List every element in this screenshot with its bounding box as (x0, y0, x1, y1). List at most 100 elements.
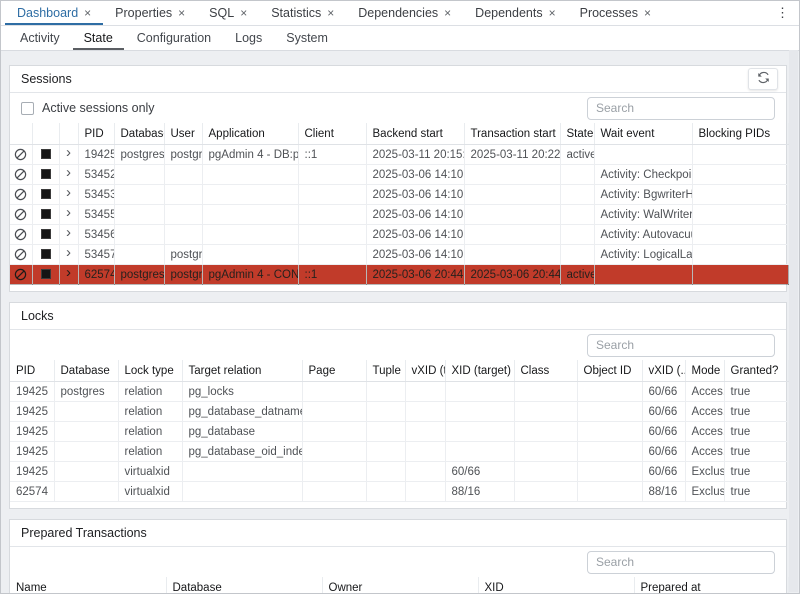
tab-sql[interactable]: SQL× (197, 1, 259, 25)
cancel-session-icon[interactable] (14, 168, 27, 181)
column-header[interactable]: Class (514, 360, 577, 382)
column-header[interactable]: PID (10, 360, 54, 382)
table-row[interactable]: ›534562025-03-06 14:10:11 ...Activity: A… (10, 225, 788, 245)
expand-cell[interactable]: › (59, 145, 78, 165)
expand-cell[interactable]: › (59, 205, 78, 225)
column-header[interactable]: XID (478, 577, 634, 594)
column-header[interactable]: Lock type (118, 360, 182, 382)
column-header[interactable]: vXID (... (642, 360, 685, 382)
column-header[interactable]: Wait event (594, 123, 692, 145)
column-header[interactable]: Object ID (577, 360, 642, 382)
active-sessions-only-toggle[interactable]: Active sessions only (21, 101, 155, 115)
expand-row-icon[interactable]: › (66, 188, 71, 198)
cancel-cell[interactable] (10, 245, 32, 265)
expand-cell[interactable]: › (59, 245, 78, 265)
close-tab-icon[interactable]: × (240, 7, 247, 19)
expand-cell[interactable]: › (59, 265, 78, 285)
close-tab-icon[interactable]: × (327, 7, 334, 19)
expand-row-icon[interactable]: › (66, 228, 71, 238)
subtab-configuration[interactable]: Configuration (126, 26, 222, 50)
stop-cell[interactable] (32, 245, 59, 265)
table-row[interactable]: ›534532025-03-06 14:10:11 ...Activity: B… (10, 185, 788, 205)
close-tab-icon[interactable]: × (178, 7, 185, 19)
column-header[interactable]: PID (78, 123, 114, 145)
close-tab-icon[interactable]: × (444, 7, 451, 19)
column-header[interactable]: Owner (322, 577, 478, 594)
table-row[interactable]: 19425virtualxid60/6660/66Exclusi...true (10, 462, 788, 482)
column-header[interactable]: Client (298, 123, 366, 145)
refresh-button[interactable] (748, 68, 778, 90)
column-header[interactable]: Name (10, 577, 166, 594)
column-header[interactable]: Target relation (182, 360, 302, 382)
expand-cell[interactable]: › (59, 185, 78, 205)
locks-search-input[interactable] (587, 334, 775, 357)
column-header[interactable]: Tuple (366, 360, 405, 382)
column-header[interactable]: Granted? (724, 360, 788, 382)
tab-processes[interactable]: Processes× (568, 1, 663, 25)
column-header[interactable]: XID (target) (445, 360, 514, 382)
terminate-session-icon[interactable] (41, 169, 51, 179)
kebab-menu-icon[interactable]: ⋮ (766, 1, 799, 25)
table-row[interactable]: 62574virtualxid88/1688/16Exclusi...true (10, 482, 788, 502)
subtab-logs[interactable]: Logs (224, 26, 273, 50)
table-row[interactable]: 19425relationpg_database_oid_index60/66A… (10, 442, 788, 462)
expand-cell[interactable]: › (59, 165, 78, 185)
table-row[interactable]: 19425relationpg_database_datname_ind...6… (10, 402, 788, 422)
terminate-session-icon[interactable] (41, 229, 51, 239)
table-row[interactable]: ›19425postgrespostgr...pgAdmin 4 - DB:po… (10, 145, 788, 165)
expand-row-icon[interactable]: › (66, 168, 71, 178)
column-header[interactable]: vXID (t... (405, 360, 445, 382)
prepared-search-input[interactable] (587, 551, 775, 574)
expand-cell[interactable]: › (59, 225, 78, 245)
cancel-cell[interactable] (10, 225, 32, 245)
table-row[interactable]: ›62574postgrespostgr...pgAdmin 4 - CONN:… (10, 265, 788, 285)
cancel-cell[interactable] (10, 205, 32, 225)
tab-dependents[interactable]: Dependents× (463, 1, 567, 25)
close-tab-icon[interactable]: × (644, 7, 651, 19)
tab-dashboard[interactable]: Dashboard× (5, 1, 103, 25)
expand-row-icon[interactable]: › (66, 248, 71, 258)
tab-statistics[interactable]: Statistics× (259, 1, 346, 25)
column-header[interactable]: Prepared at (634, 577, 788, 594)
stop-cell[interactable] (32, 205, 59, 225)
expand-row-icon[interactable]: › (66, 208, 71, 218)
stop-cell[interactable] (32, 225, 59, 245)
column-header[interactable]: Database (114, 123, 164, 145)
active-sessions-checkbox[interactable] (21, 102, 34, 115)
column-header[interactable]: Database (54, 360, 118, 382)
column-header[interactable]: User (164, 123, 202, 145)
stop-cell[interactable] (32, 165, 59, 185)
close-tab-icon[interactable]: × (84, 7, 91, 19)
cancel-session-icon[interactable] (14, 248, 27, 261)
stop-cell[interactable] (32, 145, 59, 165)
column-header[interactable]: Transaction start (464, 123, 560, 145)
cancel-session-icon[interactable] (14, 208, 27, 221)
expand-row-icon[interactable]: › (66, 268, 71, 278)
table-row[interactable]: ›53457postgr...2025-03-06 14:10:11 ...Ac… (10, 245, 788, 265)
column-header[interactable]: State (560, 123, 594, 145)
terminate-session-icon[interactable] (41, 189, 51, 199)
subtab-system[interactable]: System (275, 26, 339, 50)
table-row[interactable]: ›534552025-03-06 14:10:11 ...Activity: W… (10, 205, 788, 225)
terminate-session-icon[interactable] (41, 149, 51, 159)
sessions-search-input[interactable] (587, 97, 775, 120)
cancel-cell[interactable] (10, 145, 32, 165)
table-row[interactable]: ›534522025-03-06 14:10:11 ...Activity: C… (10, 165, 788, 185)
cancel-session-icon[interactable] (14, 268, 27, 281)
close-tab-icon[interactable]: × (549, 7, 556, 19)
tab-properties[interactable]: Properties× (103, 1, 197, 25)
stop-cell[interactable] (32, 185, 59, 205)
terminate-session-icon[interactable] (41, 209, 51, 219)
vertical-scrollbar[interactable] (789, 50, 798, 592)
table-row[interactable]: 19425relationpg_database60/66Acces...tru… (10, 422, 788, 442)
column-header[interactable]: Database (166, 577, 322, 594)
cancel-cell[interactable] (10, 185, 32, 205)
column-header[interactable]: Application (202, 123, 298, 145)
column-header[interactable]: Mode (685, 360, 724, 382)
subtab-state[interactable]: State (73, 26, 124, 50)
terminate-session-icon[interactable] (41, 269, 51, 279)
column-header[interactable]: Backend start (366, 123, 464, 145)
expand-row-icon[interactable]: › (66, 148, 71, 158)
cancel-cell[interactable] (10, 165, 32, 185)
subtab-activity[interactable]: Activity (9, 26, 71, 50)
